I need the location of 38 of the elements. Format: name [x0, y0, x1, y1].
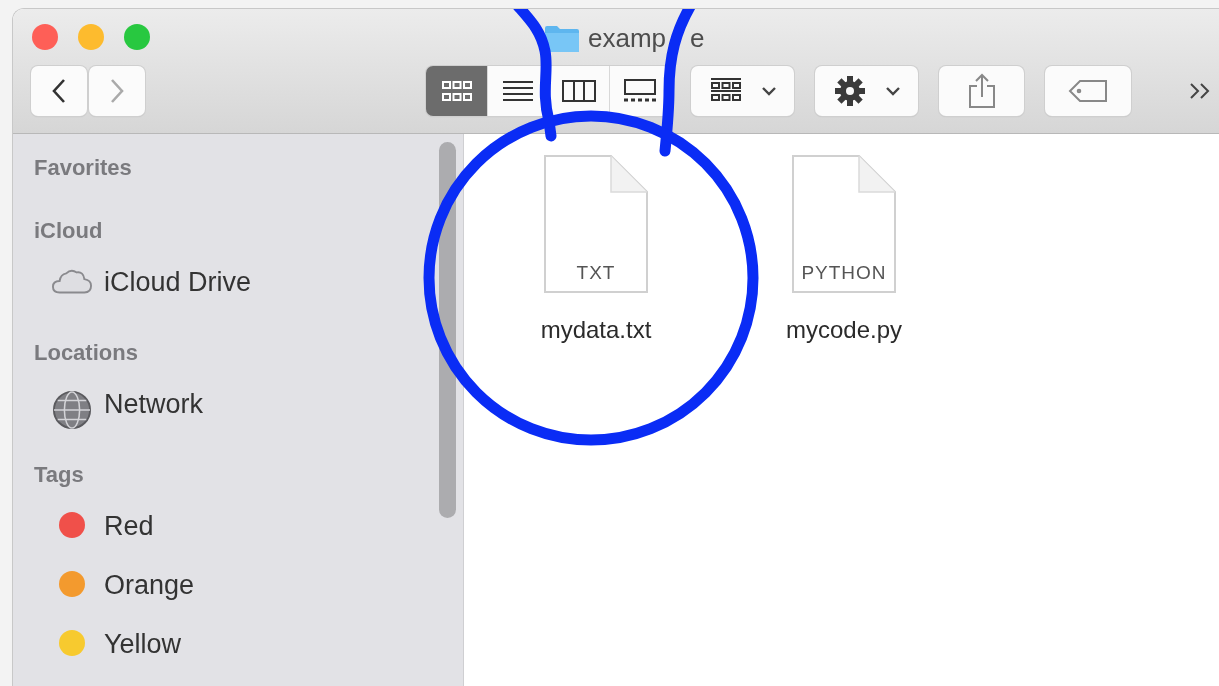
sidebar-heading: Tags [34, 463, 85, 489]
globe-icon [52, 389, 92, 431]
file-type-label: TXT [575, 262, 617, 284]
sidebar-heading: Locations [34, 341, 139, 367]
sidebar-item[interactable]: Red [104, 511, 154, 541]
tags-button[interactable] [1045, 66, 1131, 116]
columns-icon [562, 80, 596, 102]
zoom-button[interactable] [124, 24, 150, 50]
settings-icon [833, 75, 866, 107]
sidebar-item[interactable]: iCloud Drive [104, 267, 252, 297]
caret-icon [761, 86, 776, 96]
share-icon [967, 73, 996, 109]
file-name[interactable]: mydata.txt [540, 316, 652, 344]
cloud-icon [52, 267, 92, 295]
share-button[interactable] [939, 66, 1024, 116]
chevrons-icon[interactable] [1189, 82, 1211, 100]
file-name[interactable]: mycode.py [785, 316, 903, 344]
view-mode-button[interactable] [426, 66, 487, 116]
window-title: examp [588, 23, 667, 54]
folder-icon [544, 23, 580, 54]
file-type-label: PYTHON [800, 262, 888, 284]
action-menu-button[interactable] [815, 66, 918, 116]
window-title: e [690, 23, 705, 54]
caret-icon [885, 86, 900, 96]
group-menu-button[interactable] [691, 66, 794, 116]
document-icon[interactable] [791, 154, 897, 294]
gallery-icon [623, 79, 657, 103]
sidebar-heading: iCloud [34, 219, 104, 245]
sidebar-item[interactable]: Network [104, 389, 204, 419]
list-icon [502, 80, 534, 102]
sidebar-item[interactable]: Orange [104, 570, 195, 600]
sidebar-heading: Favorites [34, 156, 133, 182]
sidebar-item[interactable]: Yellow [104, 629, 182, 659]
grid-icon [709, 78, 742, 104]
back-button[interactable] [31, 66, 87, 116]
grid-icon [440, 80, 473, 102]
tag-icon [1068, 79, 1108, 103]
close-button[interactable] [32, 24, 58, 50]
